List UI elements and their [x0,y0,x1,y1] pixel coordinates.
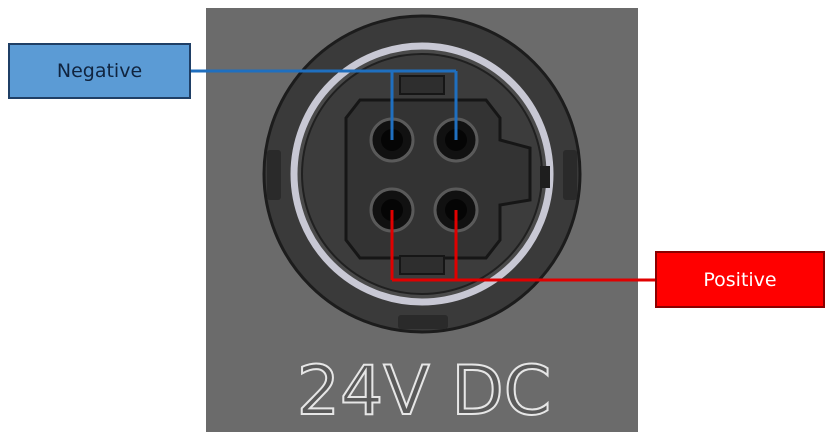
positive-callout: Positive [655,251,825,308]
negative-label: Negative [56,60,143,82]
connector-key-bottom [399,255,445,275]
connector-tab-right [563,150,577,200]
connector-tab-bottom [398,315,448,329]
negative-callout: Negative [8,43,191,99]
connector-tab-left [267,150,281,200]
connector-notch [540,166,550,188]
positive-label: Positive [703,268,777,291]
connector-key-top [399,75,445,95]
voltage-label: 24V DC [297,352,552,431]
